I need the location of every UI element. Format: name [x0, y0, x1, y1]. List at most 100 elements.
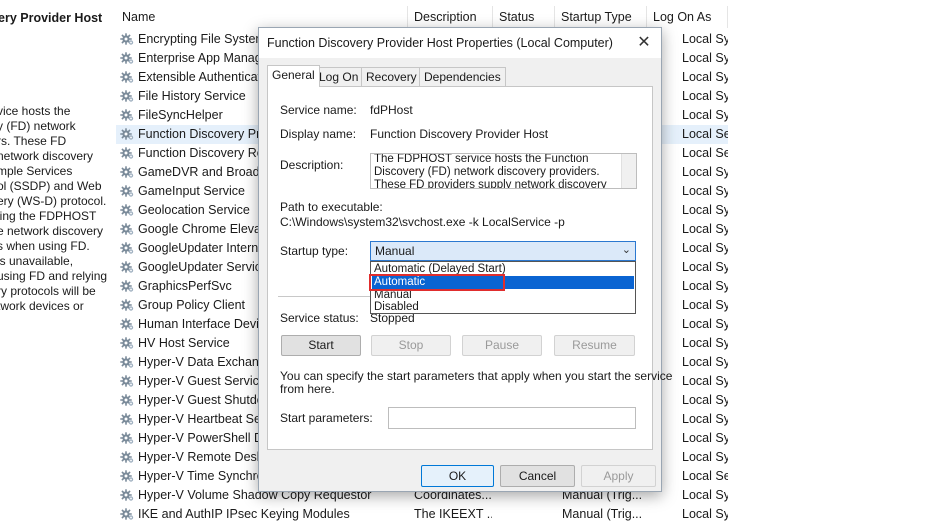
description-line: network discovery [0, 149, 94, 163]
description-line: twork devices or [0, 299, 84, 313]
description-line: e network discovery [0, 224, 104, 238]
start-parameters-label: Start parameters: [280, 411, 373, 425]
column-header-log-on-as[interactable]: Log On As [647, 6, 728, 28]
service-log-on-as-cell: Local Syste... [682, 165, 728, 179]
dialog-titlebar[interactable]: Function Discovery Provider Host Propert… [259, 28, 661, 58]
path-label: Path to executable: [280, 200, 383, 214]
apply-button[interactable]: Apply [581, 465, 656, 487]
service-log-on-as-cell: Local Syste... [682, 317, 728, 331]
ok-button[interactable]: OK [421, 465, 494, 487]
cancel-button[interactable]: Cancel [500, 465, 575, 487]
service-log-on-as-cell: Local Syste... [682, 393, 728, 407]
startup-type-label: Startup type: [280, 244, 349, 258]
service-properties-dialog: Function Discovery Provider Host Propert… [258, 27, 672, 492]
display-name-value: Function Discovery Provider Host [370, 127, 549, 141]
tab-dependencies[interactable]: Dependencies [419, 67, 506, 87]
gear-icon [120, 184, 134, 198]
display-name-label: Display name: [280, 127, 357, 141]
service-log-on-as-cell: Local Syste... [682, 279, 728, 293]
service-log-on-as-cell: Local Syste... [682, 507, 728, 521]
service-log-on-as-cell: Local Syste... [682, 374, 728, 388]
gear-icon [120, 32, 134, 46]
description-line: ery (WS-D) protocol. [0, 194, 107, 208]
gear-icon [120, 298, 134, 312]
gear-icon [120, 127, 134, 141]
option-disabled[interactable]: Disabled [372, 301, 634, 314]
tab-recovery[interactable]: Recovery [361, 67, 422, 87]
gear-icon [120, 70, 134, 84]
service-title: ery Provider Host [0, 11, 103, 25]
column-header-startup-type[interactable]: Startup Type [555, 6, 647, 28]
gear-icon [120, 488, 134, 502]
service-log-on-as-cell: Local Syste... [682, 89, 728, 103]
service-log-on-as-cell: Local Syste... [682, 488, 728, 502]
gear-icon [120, 374, 134, 388]
startup-type-dropdown: Automatic (Delayed Start) Automatic Manu… [370, 261, 636, 314]
gear-icon [120, 355, 134, 369]
description-line: is unavailable, [0, 254, 74, 268]
chevron-down-icon: ⌄ [621, 244, 631, 256]
description-line: ol (SSDP) and Web [0, 179, 102, 193]
gear-icon [120, 507, 134, 521]
path-value: C:\Windows\system32\svchost.exe -k Local… [280, 215, 565, 229]
service-description-pane: ery Provider Host vice hosts the y (FD) n… [0, 0, 116, 522]
column-header-status[interactable]: Status [493, 6, 555, 28]
gear-icon [120, 412, 134, 426]
tab-general[interactable]: General [267, 65, 320, 87]
service-log-on-as-cell: Local Service [682, 127, 728, 141]
startup-type-select[interactable]: Manual ⌄ [370, 241, 636, 261]
description-scrollbar[interactable] [621, 154, 636, 188]
description-line: s when using FD. [0, 239, 90, 253]
start-button[interactable]: Start [281, 335, 361, 356]
hint-text-line2: from here. [280, 382, 335, 396]
option-automatic-delayed-start[interactable]: Automatic (Delayed Start) [372, 263, 634, 276]
service-log-on-as-cell: Local Syste... [682, 51, 728, 65]
service-log-on-as-cell: Local Syste... [682, 32, 728, 46]
pause-button[interactable]: Pause [462, 335, 542, 356]
gear-icon [120, 108, 134, 122]
gear-icon [120, 431, 134, 445]
services-list-header: Name Description Status Startup Type Log… [116, 6, 728, 28]
service-row[interactable]: IKE and AuthIP IPsec Keying Modules The I… [116, 505, 728, 524]
service-log-on-as-cell: Local Syste... [682, 412, 728, 426]
start-parameters-input[interactable] [388, 407, 636, 429]
service-log-on-as-cell: Local Syste... [682, 298, 728, 312]
service-log-on-as-cell: Local Syste... [682, 260, 728, 274]
dialog-footer: OK Cancel Apply [259, 453, 661, 491]
service-log-on-as-cell: Local Syste... [682, 70, 728, 84]
gear-icon [120, 146, 134, 160]
gear-icon [120, 203, 134, 217]
service-log-on-as-cell: Local Service [682, 469, 728, 483]
gear-icon [120, 317, 134, 331]
service-log-on-as-cell: Local Syste... [682, 241, 728, 255]
service-status-label: Service status: [280, 311, 359, 325]
gear-icon [120, 51, 134, 65]
service-log-on-as-cell: Local Syste... [682, 203, 728, 217]
description-line: ry protocols will be [0, 284, 96, 298]
resume-button[interactable]: Resume [554, 335, 635, 356]
description-field[interactable]: The FDPHOST service hosts the Function D… [370, 153, 637, 189]
service-name-cell: IKE and AuthIP IPsec Keying Modules [138, 507, 350, 521]
service-log-on-as-cell: Local Syste... [682, 336, 728, 350]
service-log-on-as-cell: Local Syste... [682, 431, 728, 445]
gear-icon [120, 450, 134, 464]
tab-log-on[interactable]: Log On [314, 67, 364, 87]
description-value: The FDPHOST service hosts the Function D… [374, 153, 607, 189]
column-header-name[interactable]: Name [116, 6, 408, 28]
service-description-cell: The IKEEXT ... [414, 507, 492, 521]
close-icon[interactable]: ✕ [633, 32, 655, 54]
gear-icon [120, 279, 134, 293]
option-automatic[interactable]: Automatic [372, 276, 634, 289]
service-name-value: fdPHost [370, 103, 413, 117]
column-header-description[interactable]: Description [408, 6, 493, 28]
service-startup-type-cell: Manual (Trig... [562, 507, 643, 521]
service-log-on-as-cell: Local Syste... [682, 450, 728, 464]
startup-type-selected-value: Manual [375, 244, 415, 258]
service-log-on-as-cell: Local Syste... [682, 108, 728, 122]
dialog-title: Function Discovery Provider Host Propert… [267, 36, 613, 50]
stop-button[interactable]: Stop [371, 335, 451, 356]
description-line: vice hosts the [0, 104, 71, 118]
service-log-on-as-cell: Local Syste... [682, 184, 728, 198]
service-log-on-as-cell: Local Syste... [682, 355, 728, 369]
general-tab-panel: Service name: fdPHost Display name: Func… [267, 86, 672, 450]
